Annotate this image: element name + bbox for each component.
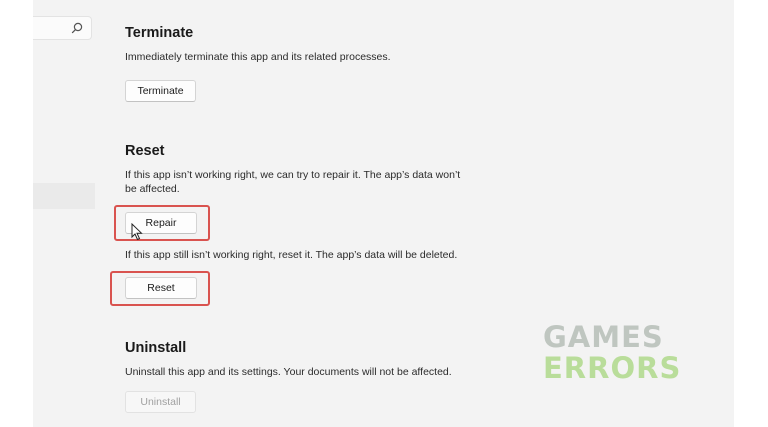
watermark-line-errors: ERRORS (543, 351, 682, 385)
reset-title: Reset (125, 143, 165, 159)
reset-button[interactable]: Reset (125, 277, 197, 299)
search-input[interactable] (33, 16, 92, 40)
watermark-logo: GAMES ERRORS (543, 322, 693, 384)
terminate-button[interactable]: Terminate (125, 80, 196, 102)
reset-description: If this app still isn’t working right, r… (125, 249, 458, 261)
terminate-title: Terminate (125, 25, 194, 41)
uninstall-button[interactable]: Uninstall (125, 391, 196, 413)
mouse-pointer-icon (131, 223, 143, 241)
sidebar-item-selected[interactable] (33, 183, 95, 209)
terminate-description: Immediately terminate this app and its r… (125, 51, 391, 63)
uninstall-title: Uninstall (125, 340, 187, 356)
search-icon (71, 22, 83, 34)
sidebar (33, 0, 95, 427)
repair-description: If this app isn’t working right, we can … (125, 169, 461, 195)
watermark-line-games: GAMES (543, 320, 664, 354)
uninstall-description: Uninstall this app and its settings. You… (125, 366, 452, 378)
